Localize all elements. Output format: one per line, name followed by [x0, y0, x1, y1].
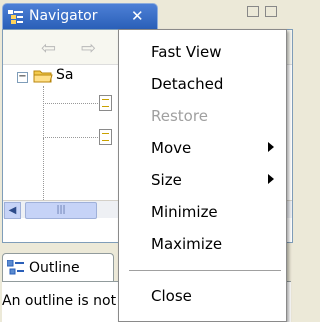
close-icon[interactable]: ✕ — [131, 7, 144, 25]
submenu-arrow-icon — [268, 174, 274, 184]
menu-item-label: Restore — [151, 107, 208, 125]
menu-item-label: Maximize — [151, 235, 223, 253]
minimize-view-icon[interactable] — [247, 6, 259, 17]
menu-item-label: Size — [151, 171, 182, 189]
navigator-tab[interactable]: Navigator ✕ — [2, 3, 158, 29]
menu-item-maximize[interactable]: Maximize — [119, 228, 286, 258]
navigator-icon — [8, 10, 24, 28]
scroll-left-arrow-icon[interactable]: ◀ — [4, 202, 21, 219]
outline-tab-title: Outline — [29, 260, 80, 276]
menu-item-restore: Restore — [119, 100, 286, 130]
forward-arrow-icon[interactable]: ⇨ — [81, 38, 96, 59]
menu-item-label: Close — [151, 287, 192, 305]
file-icon[interactable] — [99, 129, 112, 145]
file-icon[interactable] — [99, 95, 112, 111]
folder-icon — [33, 68, 53, 88]
menu-item-move[interactable]: Move — [119, 132, 286, 162]
submenu-arrow-icon — [268, 142, 274, 152]
menu-item-close[interactable]: Close — [119, 280, 286, 310]
back-arrow-icon[interactable]: ⇦ — [41, 38, 56, 59]
outline-icon — [6, 259, 25, 280]
view-context-menu: Fast View Detached Restore Move Size Min… — [118, 29, 287, 322]
menu-item-label: Fast View — [151, 43, 222, 61]
menu-separator — [129, 270, 281, 271]
menu-item-detached[interactable]: Detached — [119, 68, 286, 98]
menu-item-label: Detached — [151, 75, 224, 93]
navigator-tab-title: Navigator — [29, 8, 98, 24]
scrollbar-thumb[interactable]: ||| — [25, 202, 97, 219]
tree-item-label[interactable]: Sa — [56, 67, 73, 83]
menu-item-fast-view[interactable]: Fast View — [119, 36, 286, 66]
menu-item-label: Minimize — [151, 203, 218, 221]
tree-expander[interactable]: − — [17, 72, 28, 83]
outline-tab[interactable]: Outline — [2, 253, 114, 281]
menu-item-size[interactable]: Size — [119, 164, 286, 194]
view-controls — [247, 6, 283, 22]
menu-item-minimize[interactable]: Minimize — [119, 196, 286, 226]
maximize-view-icon[interactable] — [265, 6, 277, 17]
menu-item-label: Move — [151, 139, 192, 157]
